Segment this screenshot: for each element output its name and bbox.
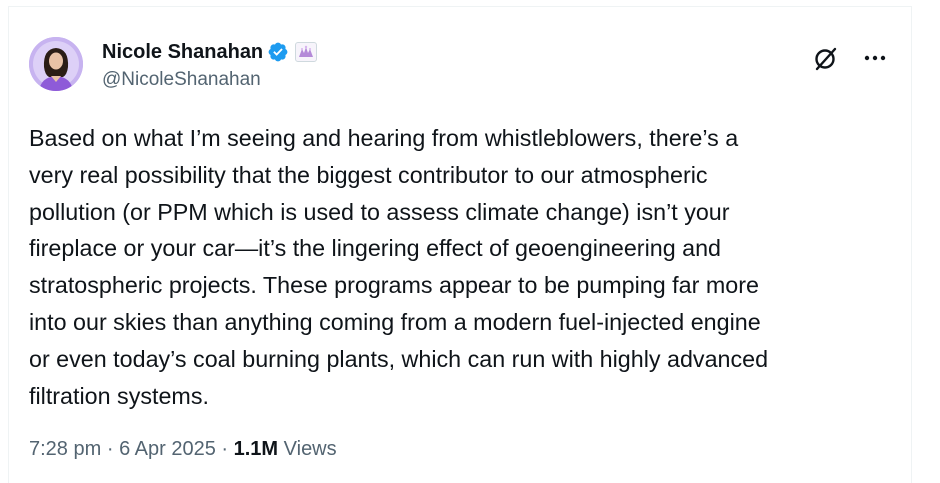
tweet-meta: 7:28 pm · 6 Apr 2025 · 1.1M Views [29,438,337,461]
tweet-date[interactable]: 6 Apr 2025 [119,438,216,461]
avatar[interactable] [29,37,83,91]
meta-separator: · [106,438,114,460]
tweet-time[interactable]: 7:28 pm [29,438,101,461]
affiliate-badge-icon[interactable] [295,42,318,62]
views-label: Views [283,438,337,460]
tweet-text: Based on what I’m seeing and hearing fro… [29,125,769,409]
author-handle[interactable]: @NicoleShanahan [102,69,261,91]
author-display-name[interactable]: Nicole Shanahan [102,41,263,64]
more-options-icon[interactable] [858,44,892,72]
grok-icon[interactable] [812,44,840,72]
meta-separator: · [221,438,229,460]
author-name-row: Nicole Shanahan [102,39,318,65]
verified-badge-icon [267,41,289,63]
views-count: 1.1M [233,438,279,460]
